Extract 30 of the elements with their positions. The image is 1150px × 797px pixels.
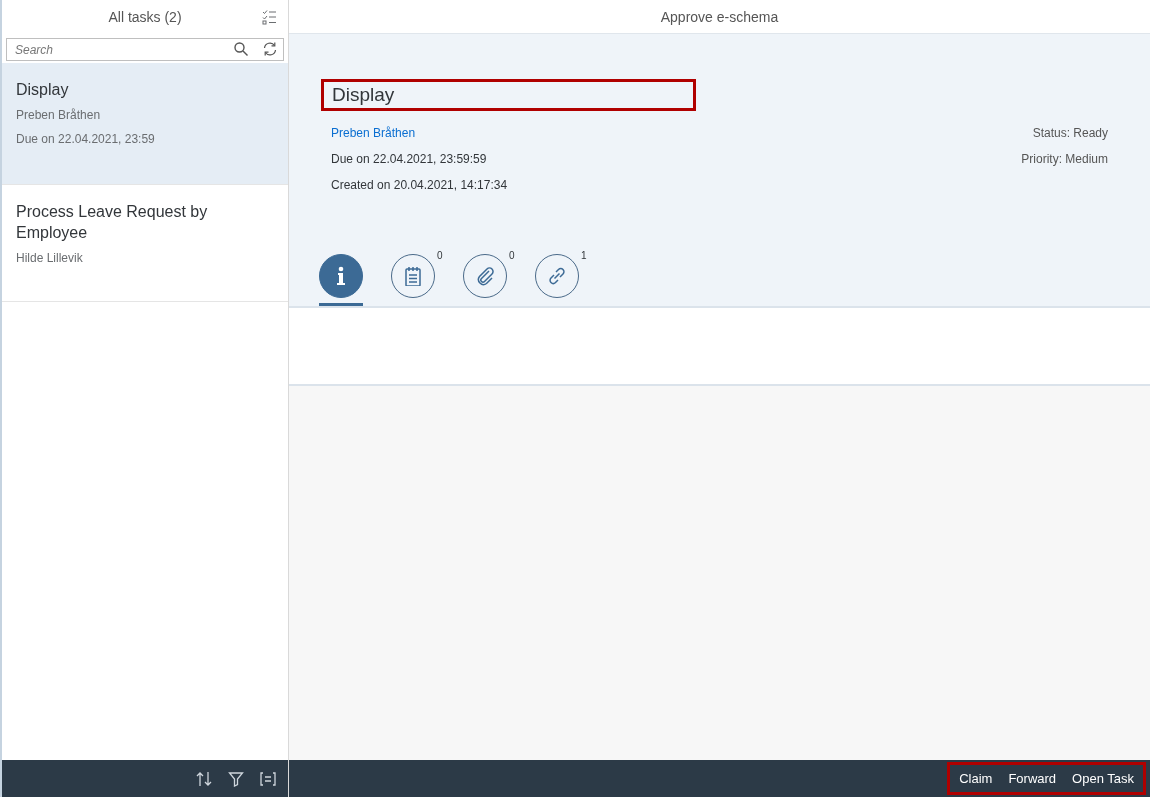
search-field[interactable]: Search xyxy=(6,38,284,61)
task-title: Display xyxy=(16,80,70,100)
task-list-item[interactable]: Display Preben Bråthen Due on 22.04.2021, 23:59 xyxy=(2,63,288,185)
task-detail: Hilde Lillevik xyxy=(16,251,84,265)
sort-icon[interactable] xyxy=(196,770,212,787)
refresh-icon[interactable] xyxy=(262,41,278,57)
tab-count: 1 xyxy=(581,250,587,261)
page-title: Approve e-schema xyxy=(660,8,779,25)
list-title: All tasks (2) xyxy=(108,9,182,25)
status-text: Status: Ready xyxy=(1032,126,1108,140)
search-icon[interactable] xyxy=(234,42,248,56)
due-date: Due on 22.04.2021, 23:59:59 xyxy=(331,152,488,166)
filter-icon[interactable] xyxy=(228,770,244,787)
group-icon[interactable] xyxy=(260,770,276,787)
object-title: Display xyxy=(321,79,696,111)
checklist-icon[interactable] xyxy=(262,9,276,25)
link-icon xyxy=(547,266,567,286)
task-title: Process Leave Request by Employee xyxy=(16,202,209,243)
action-button[interactable]: Open Task xyxy=(1065,767,1141,790)
action-button[interactable]: Forward xyxy=(1001,767,1064,790)
task-detail: Preben Bråthen xyxy=(16,108,102,122)
paperclip-icon xyxy=(475,266,495,286)
created-date: Created on 20.04.2021, 14:17:34 xyxy=(331,178,508,192)
action-button[interactable]: Claim xyxy=(952,767,1000,790)
task-detail: Due on 22.04.2021, 23:59 xyxy=(16,132,156,146)
priority-text: Priority: Medium xyxy=(1021,152,1108,166)
notepad-icon xyxy=(403,266,423,286)
tab-count: 0 xyxy=(509,250,515,261)
creator-link[interactable]: Preben Bråthen xyxy=(331,126,508,140)
tab-count: 0 xyxy=(437,250,443,261)
